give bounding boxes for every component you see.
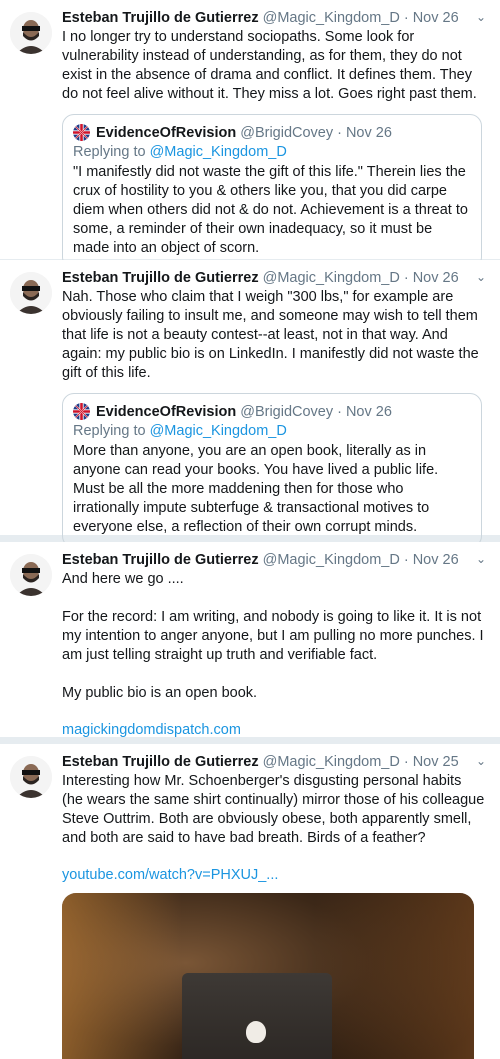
separator: · [337,124,342,141]
tweet-card[interactable]: ⌄ Esteban Trujillo de Gutierrez @Magic_K… [0,260,500,575]
tweet-paragraph: And here we go .... [62,571,184,587]
author-handle[interactable]: @Magic_Kingdom_D [263,754,400,771]
avatar[interactable] [10,554,52,596]
tweet-paragraph: For the record: I am writing, and nobody… [62,609,484,663]
tweet-header: Esteban Trujillo de Gutierrez @Magic_Kin… [62,754,486,771]
media-image-region [62,893,182,1059]
chevron-down-icon[interactable]: ⌄ [476,10,486,24]
tweet-text: And here we go .... For the record: I am… [62,570,486,703]
tweet-link[interactable]: youtube.com/watch?v=PHXUJ_... [62,867,486,883]
replying-to-handle[interactable]: @Magic_Kingdom_D [150,144,287,160]
quoted-author-handle: @BrigidCovey [240,124,334,141]
quoted-tweet-text: "I manifestly did not waste the gift of … [73,164,468,256]
replying-prefix: Replying to [73,144,150,160]
apple-logo-icon [246,1021,266,1043]
laptop-image [182,973,332,1059]
media-preview[interactable] [62,893,474,1059]
tweet-card[interactable]: ⌄ Esteban Trujillo de Gutierrez @Magic_K… [0,542,500,765]
quoted-tweet-text: More than anyone, you are an open book, … [73,443,439,535]
tweet-header: Esteban Trujillo de Gutierrez @Magic_Kin… [62,270,486,287]
avatar-image [10,756,52,798]
tweet-card[interactable]: ⌄ Esteban Trujillo de Gutierrez @Magic_K… [0,0,500,296]
tweet-paragraph: I no longer try to understand sociopaths… [62,29,477,102]
avatar[interactable] [10,756,52,798]
avatar-image [10,272,52,314]
author-name[interactable]: Esteban Trujillo de Gutierrez [62,10,259,27]
quoted-date: Nov 26 [345,124,392,141]
quoted-date: Nov 26 [345,403,392,420]
tweet-paragraph: Nah. Those who claim that I weigh "300 l… [62,289,479,381]
author-handle[interactable]: @Magic_Kingdom_D [263,552,400,569]
quoted-author-name: EvidenceOfRevision [96,124,237,141]
chevron-down-icon[interactable]: ⌄ [476,270,486,284]
separator: · [403,10,409,26]
avatar[interactable] [10,12,52,54]
separator: · [403,552,409,568]
quoted-author-handle: @BrigidCovey [240,403,334,420]
author-handle[interactable]: @Magic_Kingdom_D [263,10,400,27]
tweet-text: Interesting how Mr. Schoenberger's disgu… [62,772,486,848]
quoted-tweet-header: EvidenceOfRevision @BrigidCovey · Nov 26 [73,124,471,141]
replying-to: Replying to @Magic_Kingdom_D [73,423,471,439]
tweet-date[interactable]: Nov 26 [413,270,459,287]
tweet-date[interactable]: Nov 26 [413,10,459,27]
author-name[interactable]: Esteban Trujillo de Gutierrez [62,270,259,287]
separator: · [403,754,409,770]
author-name[interactable]: Esteban Trujillo de Gutierrez [62,552,259,569]
replying-prefix: Replying to [73,423,150,439]
tweet-text: I no longer try to understand sociopaths… [62,28,486,104]
media-image-region [314,893,474,1059]
quoted-tweet[interactable]: EvidenceOfRevision @BrigidCovey · Nov 26… [62,114,482,269]
quoted-avatar [73,403,90,420]
tweet-header: Esteban Trujillo de Gutierrez @Magic_Kin… [62,552,486,569]
tweet-date[interactable]: Nov 26 [413,552,459,569]
avatar[interactable] [10,272,52,314]
tweet-paragraph: Interesting how Mr. Schoenberger's disgu… [62,773,485,846]
separator: · [337,403,342,420]
tweet-text: Nah. Those who claim that I weigh "300 l… [62,288,486,383]
tweet-card[interactable]: ⌄ Esteban Trujillo de Gutierrez @Magic_K… [0,744,500,1059]
replying-to-handle[interactable]: @Magic_Kingdom_D [150,423,287,439]
quoted-avatar [73,124,90,141]
chevron-down-icon[interactable]: ⌄ [476,552,486,566]
tweet-paragraph: My public bio is an open book. [62,685,258,701]
avatar-image [10,554,52,596]
avatar-image [10,12,52,54]
replying-to: Replying to @Magic_Kingdom_D [73,144,471,160]
author-handle[interactable]: @Magic_Kingdom_D [263,270,400,287]
tweet-link[interactable]: magickingdomdispatch.com [62,722,486,738]
tweet-date[interactable]: Nov 25 [413,754,459,771]
chevron-down-icon[interactable]: ⌄ [476,754,486,768]
tweet-header: Esteban Trujillo de Gutierrez @Magic_Kin… [62,10,486,27]
quoted-tweet[interactable]: EvidenceOfRevision @BrigidCovey · Nov 26… [62,393,482,548]
separator: · [403,270,409,286]
quoted-tweet-header: EvidenceOfRevision @BrigidCovey · Nov 26 [73,403,471,420]
author-name[interactable]: Esteban Trujillo de Gutierrez [62,754,259,771]
quoted-author-name: EvidenceOfRevision [96,403,237,420]
